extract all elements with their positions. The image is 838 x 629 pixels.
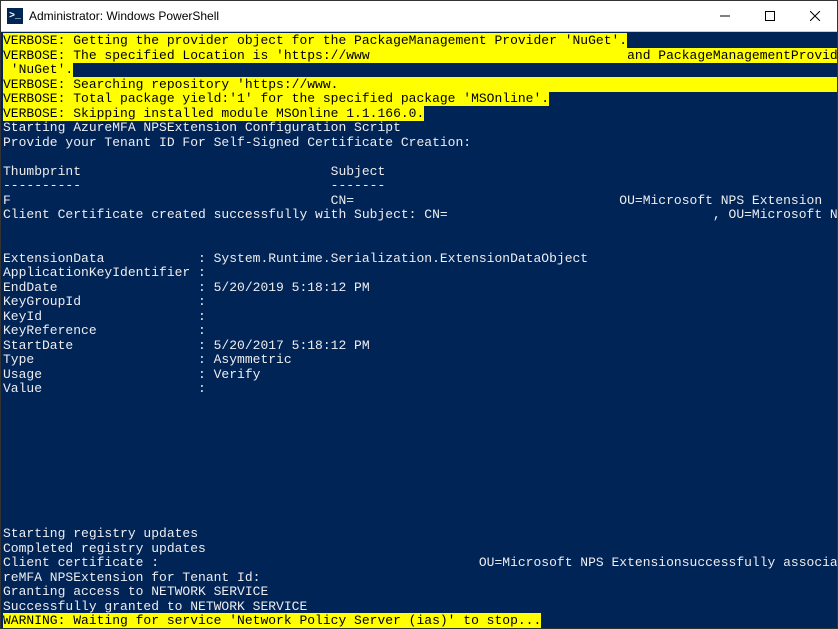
highlighted-text: WARNING: Waiting for service 'Network Po… bbox=[3, 613, 541, 628]
console-line: Client Certificate created successfully … bbox=[3, 208, 835, 223]
console-line: Client certificate : OU=Microsoft NPS Ex… bbox=[3, 556, 835, 571]
maximize-icon bbox=[765, 11, 775, 21]
console-line: 'NuGet'. bbox=[3, 63, 835, 78]
console-line bbox=[3, 513, 835, 528]
console-line: VERBOSE: Total package yield:'1' for the… bbox=[3, 92, 835, 107]
console-line bbox=[3, 440, 835, 455]
console-line: Provide your Tenant ID For Self-Signed C… bbox=[3, 136, 835, 151]
highlighted-text: VERBOSE: Searching repository 'https://w… bbox=[3, 77, 837, 92]
highlighted-text: VERBOSE: Total package yield:'1' for the… bbox=[3, 91, 549, 106]
highlighted-text: VERBOSE: Getting the provider object for… bbox=[3, 33, 627, 48]
console-line bbox=[3, 397, 835, 412]
console-line: EndDate : 5/20/2019 5:18:12 PM bbox=[3, 281, 835, 296]
close-button[interactable] bbox=[792, 1, 837, 31]
window-title: Administrator: Windows PowerShell bbox=[29, 9, 702, 23]
console-line: Completed registry updates bbox=[3, 542, 835, 557]
console-line bbox=[3, 223, 835, 238]
console-line: ---------- ------- bbox=[3, 179, 835, 194]
console-line: Starting AzureMFA NPSExtension Configura… bbox=[3, 121, 835, 136]
window-controls bbox=[702, 1, 837, 31]
console-line: Thumbprint Subject bbox=[3, 165, 835, 180]
console-line: VERBOSE: Searching repository 'https://w… bbox=[3, 78, 835, 93]
highlighted-text: VERBOSE: Skipping installed module MSOnl… bbox=[3, 106, 424, 121]
highlighted-text: 'NuGet'. bbox=[3, 62, 73, 77]
minimize-button[interactable] bbox=[702, 1, 747, 31]
console-line bbox=[3, 484, 835, 499]
console-line: F CN= OU=Microsoft NPS Extension bbox=[3, 194, 835, 209]
powershell-icon: >_ bbox=[7, 8, 23, 24]
console-line bbox=[3, 498, 835, 513]
console-line bbox=[3, 426, 835, 441]
console-line: WARNING: Waiting for service 'Network Po… bbox=[3, 614, 835, 628]
powershell-window: >_ Administrator: Windows PowerShell VER… bbox=[0, 0, 838, 629]
console-line bbox=[3, 237, 835, 252]
console-line: Value : bbox=[3, 382, 835, 397]
console-line bbox=[3, 469, 835, 484]
console-line: VERBOSE: Skipping installed module MSOnl… bbox=[3, 107, 835, 122]
console-line: ApplicationKeyIdentifier : bbox=[3, 266, 835, 281]
console-output[interactable]: VERBOSE: Getting the provider object for… bbox=[1, 32, 837, 628]
titlebar[interactable]: >_ Administrator: Windows PowerShell bbox=[1, 1, 837, 32]
console-line: Granting access to NETWORK SERVICE bbox=[3, 585, 835, 600]
minimize-icon bbox=[720, 11, 730, 21]
console-line: reMFA NPSExtension for Tenant Id: bbox=[3, 571, 835, 586]
close-icon bbox=[810, 11, 820, 21]
console-line: Successfully granted to NETWORK SERVICE bbox=[3, 600, 835, 615]
console-line: KeyId : bbox=[3, 310, 835, 325]
console-line: StartDate : 5/20/2017 5:18:12 PM bbox=[3, 339, 835, 354]
console-line bbox=[3, 455, 835, 470]
highlighted-text: VERBOSE: The specified Location is 'http… bbox=[3, 48, 837, 63]
console-line: KeyReference : bbox=[3, 324, 835, 339]
console-line: Usage : Verify bbox=[3, 368, 835, 383]
console-line: ExtensionData : System.Runtime.Serializa… bbox=[3, 252, 835, 267]
console-line: VERBOSE: Getting the provider object for… bbox=[3, 34, 835, 49]
maximize-button[interactable] bbox=[747, 1, 792, 31]
console-line bbox=[3, 411, 835, 426]
console-line: KeyGroupId : bbox=[3, 295, 835, 310]
console-line: Starting registry updates bbox=[3, 527, 835, 542]
console-line bbox=[3, 150, 835, 165]
highlighted-text: WARNING: Waiting for service 'Network Po… bbox=[3, 628, 541, 629]
console-line: Type : Asymmetric bbox=[3, 353, 835, 368]
console-line: VERBOSE: The specified Location is 'http… bbox=[3, 49, 835, 64]
